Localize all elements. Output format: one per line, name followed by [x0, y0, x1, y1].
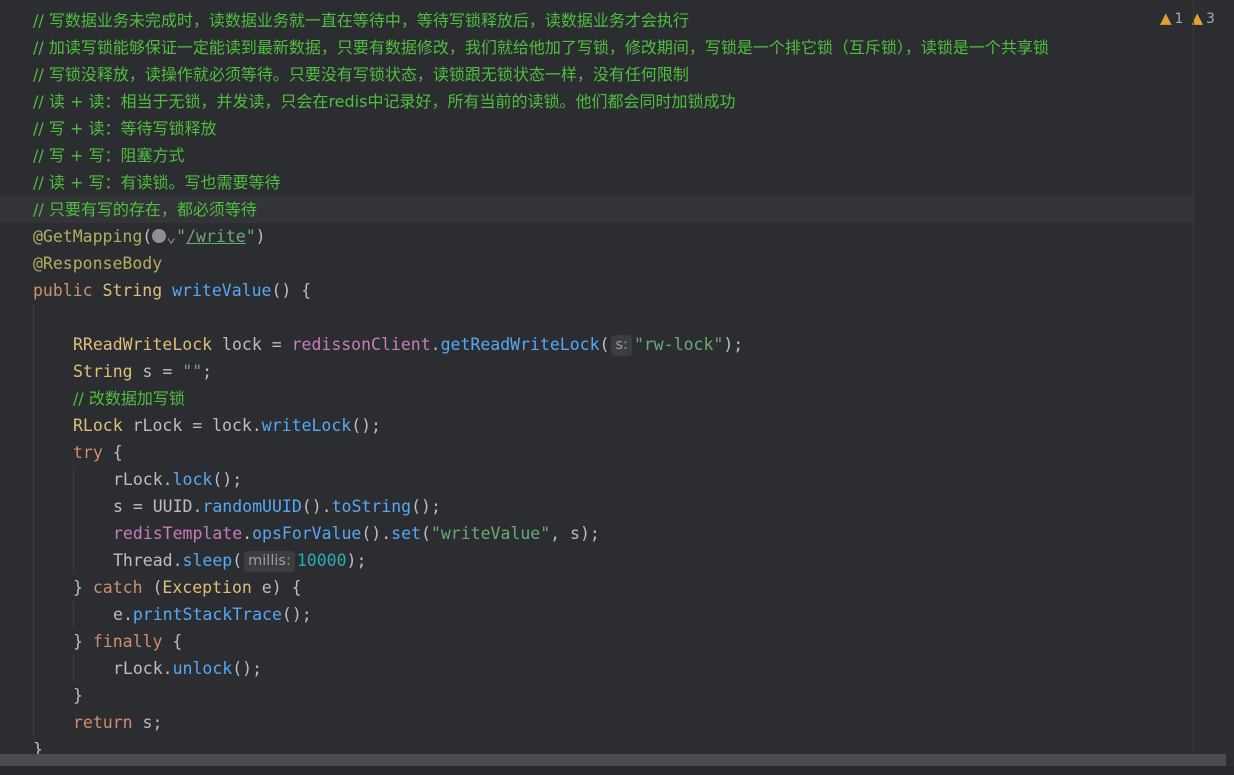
- annotation: @GetMapping: [33, 227, 143, 246]
- code-line-3[interactable]: // 写锁没释放，读操作就必须等待。只要没有写锁状态，读锁跟无锁状态一样，没有任…: [0, 61, 1194, 88]
- code-line-12[interactable]: [0, 304, 1194, 331]
- horizontal-scrollbar[interactable]: [0, 754, 1226, 766]
- comment: // 写数据业务未完成时，读数据业务就一直在等待中，等待写锁释放后，读数据业务才…: [33, 11, 689, 30]
- code-line-10[interactable]: @ResponseBody: [0, 250, 1194, 277]
- code-line-19[interactable]: s = UUID.randomUUID().toString();: [0, 493, 1194, 520]
- parameter-hint: s:: [611, 335, 632, 356]
- comment: // 改数据加写锁: [73, 389, 185, 408]
- code-line-21[interactable]: Thread.sleep(millis: 10000);: [0, 547, 1194, 574]
- comment: // 写 + 读：等待写锁释放: [33, 119, 217, 138]
- code-line-2[interactable]: // 加读写锁能够保证一定能读到最新数据，只要有数据修改，我们就给他加了写锁，修…: [0, 34, 1194, 61]
- code-line-9[interactable]: @GetMapping(⌄"/write"): [0, 223, 1194, 250]
- code-line-26[interactable]: }: [0, 682, 1194, 709]
- code-line-1[interactable]: // 写数据业务未完成时，读数据业务就一直在等待中，等待写锁释放后，读数据业务才…: [0, 7, 1194, 34]
- code-line-4[interactable]: // 读 + 读：相当于无锁，并发读，只会在redis中记录好，所有当前的读锁。…: [0, 88, 1194, 115]
- comment: // 写 + 写：阻塞方式: [33, 146, 185, 165]
- url-path-link[interactable]: /write: [186, 227, 246, 246]
- comment: // 读 + 读：相当于无锁，并发读，只会在redis中记录好，所有当前的读锁。…: [33, 92, 736, 111]
- editor-bottom-edge: [0, 766, 1234, 775]
- code-line-5[interactable]: // 写 + 读：等待写锁释放: [0, 115, 1194, 142]
- method-name[interactable]: writeValue: [172, 281, 271, 300]
- code-line-20[interactable]: redisTemplate.opsForValue().set("writeVa…: [0, 520, 1194, 547]
- code-line-22[interactable]: } catch (Exception e) {: [0, 574, 1194, 601]
- code-editor[interactable]: ▲ 1 ▲ 3 // 写数据业务未完成时，读数据业务就一直在等待中，等待写锁释放后，读…: [0, 0, 1234, 775]
- comment: // 加读写锁能够保证一定能读到最新数据，只要有数据修改，我们就给他加了写锁，修…: [33, 38, 1049, 57]
- comment: // 读 + 写：有读锁。写也需要等待: [33, 173, 281, 192]
- chevron-down-icon[interactable]: ⌄: [166, 227, 176, 246]
- code-line-16[interactable]: RLock rLock = lock.writeLock();: [0, 412, 1194, 439]
- code-line-13[interactable]: RReadWriteLock lock = redissonClient.get…: [0, 331, 1194, 358]
- globe-icon[interactable]: [152, 229, 167, 243]
- code-line-14[interactable]: String s = "";: [0, 358, 1194, 385]
- code-line-17[interactable]: try {: [0, 439, 1194, 466]
- code-line-25[interactable]: rLock.unlock();: [0, 655, 1194, 682]
- code-line-18[interactable]: rLock.lock();: [0, 466, 1194, 493]
- code-line-24[interactable]: } finally {: [0, 628, 1194, 655]
- code-line-27[interactable]: return s;: [0, 709, 1194, 736]
- code-line-11[interactable]: public String writeValue() {: [0, 277, 1194, 304]
- code-line-23[interactable]: e.printStackTrace();: [0, 601, 1194, 628]
- code-line-8-current[interactable]: // 只要有写的存在，都必须等待: [0, 196, 1194, 223]
- code-line-6[interactable]: // 写 + 写：阻塞方式: [0, 142, 1194, 169]
- parameter-hint: millis:: [244, 551, 295, 572]
- comment: // 写锁没释放，读操作就必须等待。只要没有写锁状态，读锁跟无锁状态一样，没有任…: [33, 65, 689, 84]
- code-line-7[interactable]: // 读 + 写：有读锁。写也需要等待: [0, 169, 1194, 196]
- annotation: @ResponseBody: [33, 254, 163, 273]
- code-line-15[interactable]: // 改数据加写锁: [0, 385, 1194, 412]
- comment: // 只要有写的存在，都必须等待: [33, 200, 257, 219]
- weak-warning-count[interactable]: ▲ 3: [1191, 9, 1214, 27]
- right-margin-guide: [1193, 0, 1194, 765]
